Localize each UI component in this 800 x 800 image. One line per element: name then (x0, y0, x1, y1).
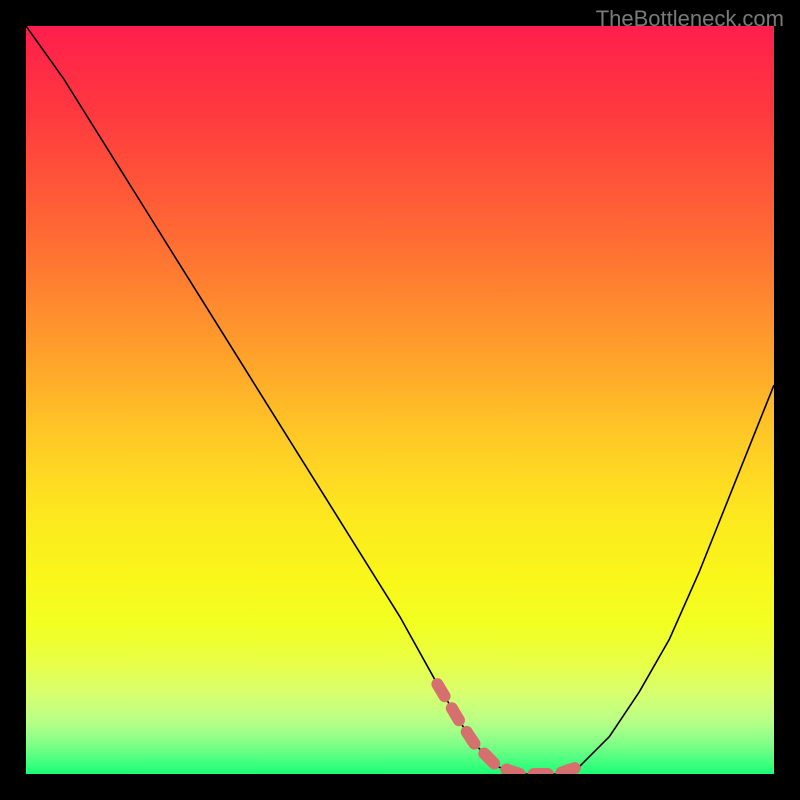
chart-plot-area (26, 26, 774, 774)
bottleneck-curve (26, 26, 774, 774)
curve-bottom-marker (437, 684, 579, 774)
chart-svg (26, 26, 774, 774)
attribution-text: TheBottleneck.com (596, 6, 784, 32)
